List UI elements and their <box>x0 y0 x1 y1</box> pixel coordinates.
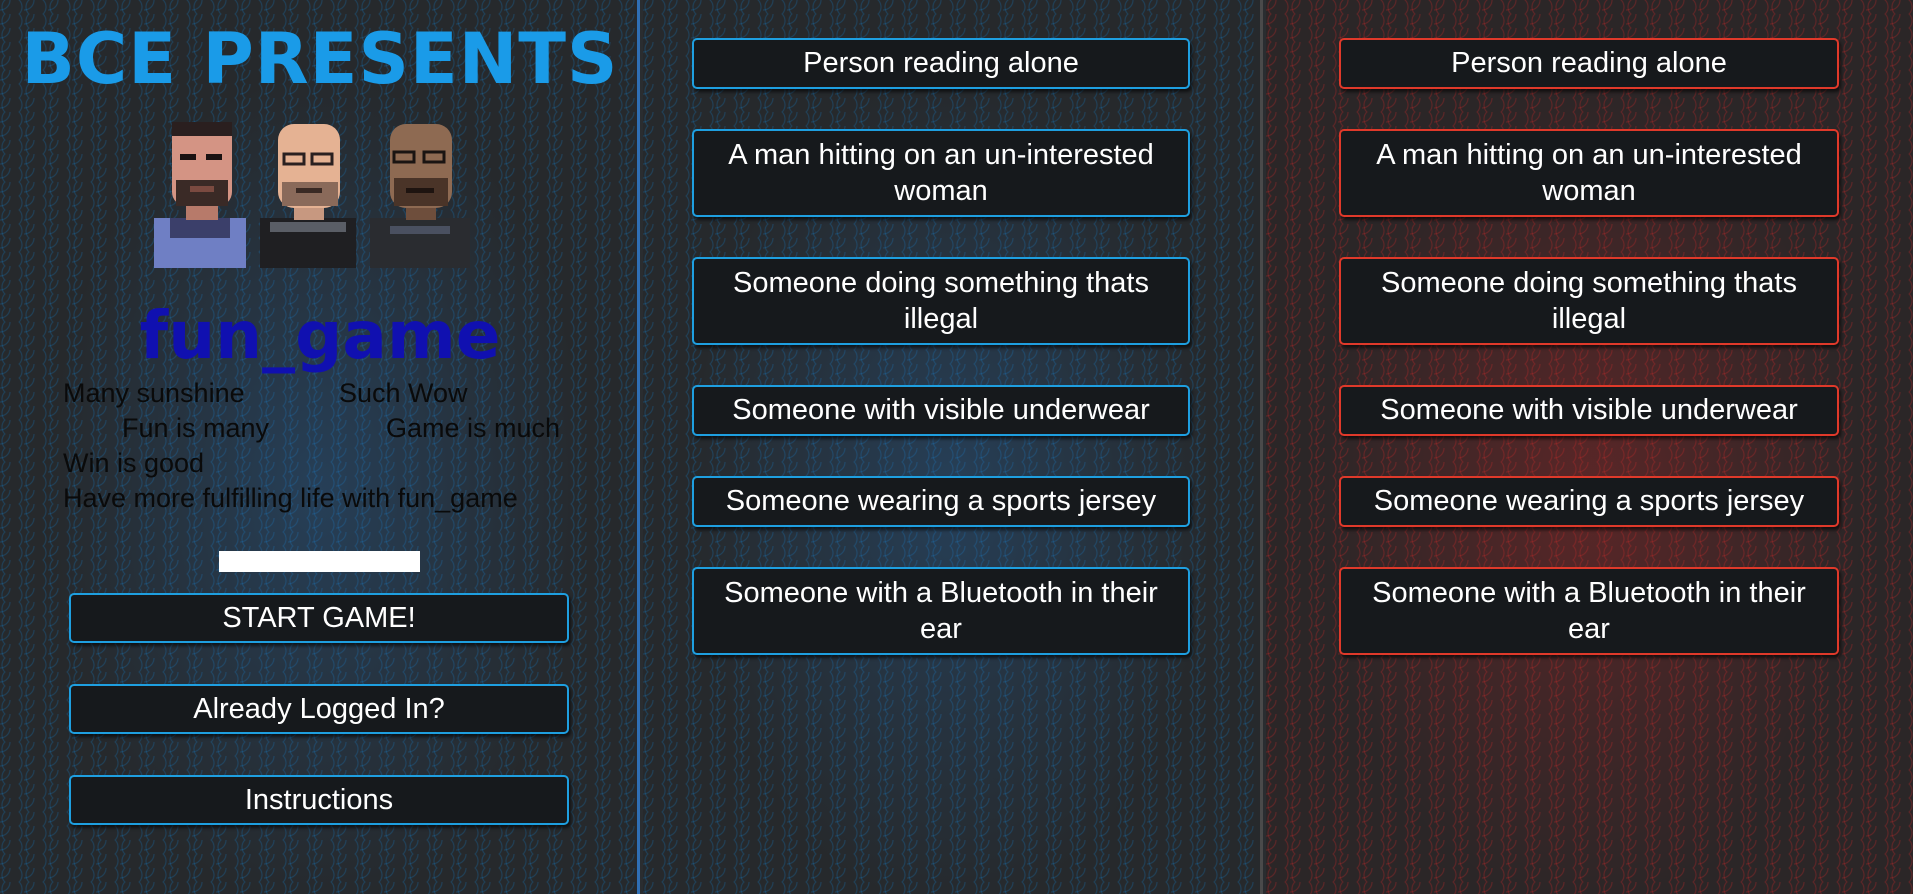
red-card-something-illegal[interactable]: Someone doing something thats illegal <box>1339 257 1839 345</box>
page-title: BCE PRESENTS <box>21 18 619 100</box>
tagline-fun-is-many: Fun is many <box>122 413 270 443</box>
tagline-many-sunshine: Many sunshine <box>63 378 245 408</box>
blue-card-bluetooth[interactable]: Someone with a Bluetooth in their ear <box>692 567 1190 655</box>
red-card-visible-underwear[interactable]: Someone with visible underwear <box>1339 385 1839 436</box>
tagline-win-is-good: Win is good <box>63 448 205 478</box>
red-card-sports-jersey[interactable]: Someone wearing a sports jersey <box>1339 476 1839 527</box>
tagline-fulfilling-life: Have more fulfilling life with fun_game <box>63 483 518 513</box>
already-logged-in-button[interactable]: Already Logged In? <box>69 684 569 734</box>
blue-card-person-reading[interactable]: Person reading alone <box>692 38 1190 89</box>
name-input[interactable] <box>219 551 420 572</box>
face-3-icon <box>370 124 470 268</box>
tagline-game-is-much: Game is much <box>386 413 561 443</box>
menu-panel: BCE PRESENTS fun_game Many sunshine Such… <box>0 0 640 894</box>
instructions-button[interactable]: Instructions <box>69 775 569 825</box>
game-name: fun_game <box>139 297 501 374</box>
developer-faces-image <box>154 122 470 268</box>
tagline-such-wow: Such Wow <box>339 378 468 408</box>
blue-card-man-hitting-on[interactable]: A man hitting on an un-interested woman <box>692 129 1190 217</box>
red-card-bluetooth[interactable]: Someone with a Bluetooth in their ear <box>1339 567 1839 655</box>
face-2-icon <box>260 124 356 268</box>
red-card-person-reading[interactable]: Person reading alone <box>1339 38 1839 89</box>
red-card-man-hitting-on[interactable]: A man hitting on an un-interested woman <box>1339 129 1839 217</box>
blue-card-visible-underwear[interactable]: Someone with visible underwear <box>692 385 1190 436</box>
face-1-icon <box>154 122 246 268</box>
blue-card-sports-jersey[interactable]: Someone wearing a sports jersey <box>692 476 1190 527</box>
blue-card-something-illegal[interactable]: Someone doing something thats illegal <box>692 257 1190 345</box>
start-game-button[interactable]: START GAME! <box>69 593 569 643</box>
